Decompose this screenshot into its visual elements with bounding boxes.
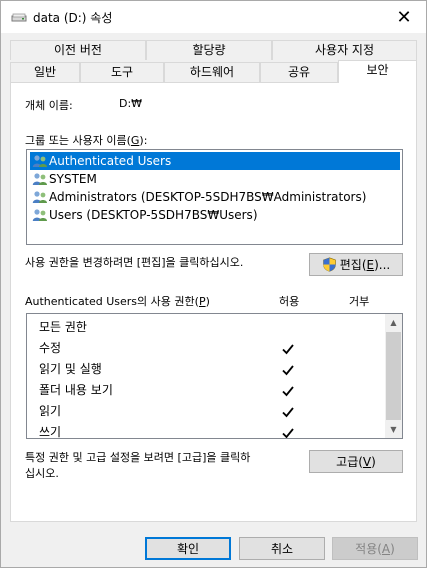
properties-window: data (D:) 속성 ✕ 이전 버전 할당량 사용자 지정 일반 도구 하드…: [0, 0, 427, 568]
permission-row: 읽기 및 실행: [39, 362, 102, 376]
group-label: 그룹 또는 사용자 이름(G):: [25, 134, 148, 147]
check-icon: [282, 344, 294, 355]
permission-row: 폴더 내용 보기: [39, 383, 113, 397]
title-bar: data (D:) 속성 ✕: [1, 1, 426, 33]
ok-button[interactable]: 확인: [145, 537, 231, 560]
users-group-icon: [32, 209, 47, 221]
permission-row: 모든 권한: [39, 320, 87, 334]
permission-row: 읽기: [39, 404, 62, 418]
users-group-icon: [32, 173, 47, 185]
close-button[interactable]: ✕: [382, 1, 426, 33]
permission-row: 수정: [39, 341, 62, 355]
tab-general[interactable]: 일반: [10, 62, 80, 82]
tab-sharing[interactable]: 공유: [260, 62, 338, 82]
edit-hint: 사용 권한을 변경하려면 [편집]을 클릭하십시오.: [25, 256, 244, 269]
permissions-label: Authenticated Users의 사용 권한(P): [25, 295, 210, 308]
permission-row: 쓰기: [39, 425, 62, 439]
check-icon: [282, 365, 294, 376]
tab-previous-versions[interactable]: 이전 버전: [10, 40, 146, 60]
check-icon: [282, 386, 294, 397]
tab-tools[interactable]: 도구: [80, 62, 164, 82]
users-group-icon: [32, 155, 47, 167]
uac-shield-icon: [322, 257, 336, 272]
user-users[interactable]: Users (DESKTOP-5SDH7BS₩Users): [30, 206, 400, 224]
permissions-list[interactable]: 모든 권한 수정 읽기 및 실행 폴더 내용 보기 읽기 쓰기 ▲ ▼: [26, 313, 403, 439]
check-icon: [282, 428, 294, 438]
tab-security[interactable]: 보안: [338, 60, 417, 83]
allow-column-header: 허용: [279, 295, 300, 308]
check-icon: [282, 407, 294, 418]
advanced-button[interactable]: 고급(V): [309, 450, 403, 473]
security-panel: 개체 이름: D:₩ 그룹 또는 사용자 이름(G): Authenticate…: [10, 82, 417, 522]
scroll-down-arrow-icon[interactable]: ▼: [385, 421, 402, 438]
object-name-label: 개체 이름:: [25, 99, 73, 112]
advanced-hint-line1: 특정 권한 및 고급 설정을 보려면 [고급]을 클릭하: [25, 451, 251, 464]
advanced-hint-line2: 십시오.: [25, 467, 59, 480]
scroll-up-arrow-icon[interactable]: ▲: [385, 314, 402, 331]
close-icon: ✕: [396, 6, 412, 28]
cancel-button[interactable]: 취소: [239, 537, 325, 560]
window-title: data (D:) 속성: [33, 11, 113, 25]
users-group-icon: [32, 191, 47, 203]
user-authenticated-users[interactable]: Authenticated Users: [30, 152, 400, 170]
deny-column-header: 거부: [349, 295, 370, 308]
user-administrators[interactable]: Administrators (DESKTOP-5SDH7BS₩Administ…: [30, 188, 400, 206]
user-system[interactable]: SYSTEM: [30, 170, 400, 188]
apply-button[interactable]: 적용(A): [332, 537, 418, 560]
edit-button[interactable]: 편집(E)...: [309, 253, 403, 276]
users-list[interactable]: Authenticated Users SYSTEM Administrator…: [26, 149, 403, 245]
tab-hardware[interactable]: 하드웨어: [164, 62, 260, 82]
tab-customize[interactable]: 사용자 지정: [272, 40, 417, 60]
tab-quota[interactable]: 할당량: [146, 40, 272, 60]
scroll-thumb[interactable]: [386, 332, 401, 420]
drive-icon: [11, 13, 27, 22]
permissions-scrollbar[interactable]: ▲ ▼: [385, 314, 402, 438]
object-name-value: D:₩: [119, 97, 143, 110]
